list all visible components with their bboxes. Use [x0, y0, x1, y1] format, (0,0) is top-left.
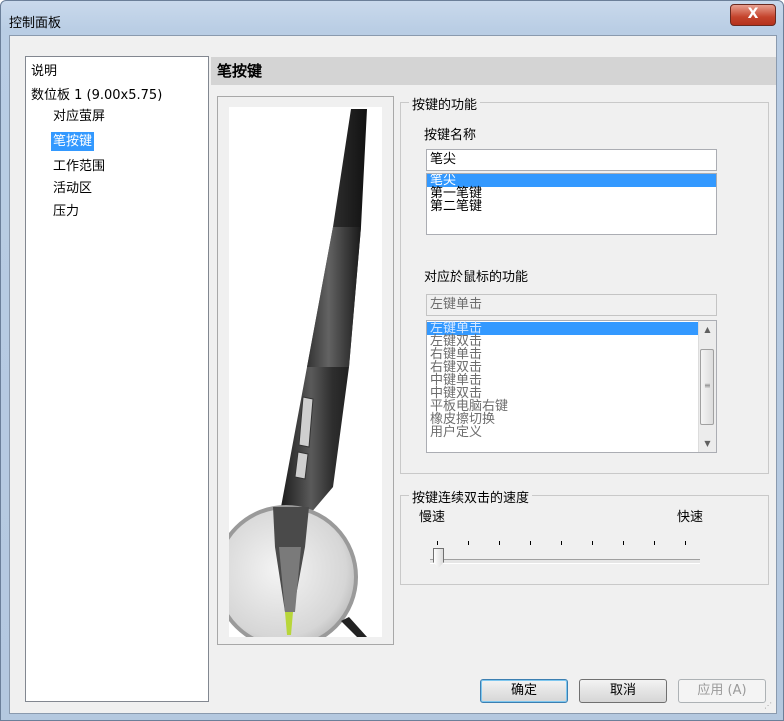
slider-tick: [654, 541, 655, 545]
slider-tick: [592, 541, 593, 545]
slow-label: 慢速: [419, 510, 446, 525]
scroll-thumb[interactable]: ≡: [700, 349, 714, 425]
settings-tree: 说明 数位板 1 (9.00x5.75) 对应萤屏 笔按键 工作范围 活动区 压…: [25, 56, 209, 702]
ok-button[interactable]: 确定: [480, 679, 568, 703]
list-item[interactable]: 第二笔键: [427, 200, 716, 213]
pen-illustration-panel: [217, 96, 394, 645]
tree-item-screen-mapping[interactable]: 对应萤屏: [53, 107, 105, 126]
tree-item-work-area[interactable]: 工作范围: [53, 157, 105, 176]
slider-tick: [468, 541, 469, 545]
double-click-speed-group-title: 按键连续双击的速度: [409, 487, 533, 506]
grip-icon: ≡: [704, 381, 711, 390]
mouse-function-list: 左键单击 左键双击 右键单击 右键双击 中键单击 中键双击 平板电脑右键 橡皮擦…: [426, 320, 717, 453]
tree-item-tablet[interactable]: 数位板 1 (9.00x5.75): [31, 86, 162, 105]
dialog-client-area: 说明 数位板 1 (9.00x5.75) 对应萤屏 笔按键 工作范围 活动区 压…: [9, 35, 777, 714]
scroll-down-icon[interactable]: ▼: [699, 435, 716, 452]
button-name-label: 按键名称: [424, 128, 477, 143]
title-bar[interactable]: 控制面板 X: [1, 1, 783, 35]
mouse-function-field: 左键单击: [426, 294, 717, 316]
apply-button[interactable]: 应用 (A): [678, 679, 766, 703]
window-title: 控制面板: [9, 16, 62, 31]
scroll-up-icon[interactable]: ▲: [699, 321, 716, 338]
mouse-function-scrollbar[interactable]: ▲ ≡ ▼: [698, 321, 716, 452]
resize-grip-icon[interactable]: ⋰: [764, 701, 774, 711]
slider-tick: [623, 541, 624, 545]
tree-item-active-area[interactable]: 活动区: [53, 179, 92, 198]
list-item: 用户定义: [430, 425, 483, 440]
button-function-group-title: 按键的功能: [409, 94, 481, 113]
slider-track: [430, 559, 700, 564]
slider-tick: [499, 541, 500, 545]
slider-tick: [561, 541, 562, 545]
slider-tick: [437, 541, 438, 545]
slider-tick: [685, 541, 686, 545]
mouse-function-label: 对应於鼠标的功能: [424, 270, 529, 285]
tree-item-pen-buttons[interactable]: 笔按键: [51, 132, 95, 151]
double-click-speed-slider[interactable]: [430, 536, 702, 568]
tree-item-pressure[interactable]: 压力: [53, 202, 79, 221]
button-name-field[interactable]: 笔尖: [426, 149, 717, 171]
slider-tick: [530, 541, 531, 545]
cancel-button[interactable]: 取消: [579, 679, 667, 703]
fast-label: 快速: [677, 510, 704, 525]
tree-item-about[interactable]: 说明: [31, 62, 57, 81]
close-button[interactable]: X: [730, 4, 776, 26]
page-title: 笔按键: [211, 57, 776, 85]
control-panel-window: 控制面板 X 说明 数位板 1 (9.00x5.75) 对应萤屏 笔按键 工作范…: [0, 0, 784, 721]
pen-image: [229, 107, 382, 637]
close-icon: X: [747, 6, 759, 22]
button-name-list[interactable]: 笔尖 第一笔键 第二笔键: [426, 173, 717, 235]
slider-thumb[interactable]: [433, 548, 444, 568]
